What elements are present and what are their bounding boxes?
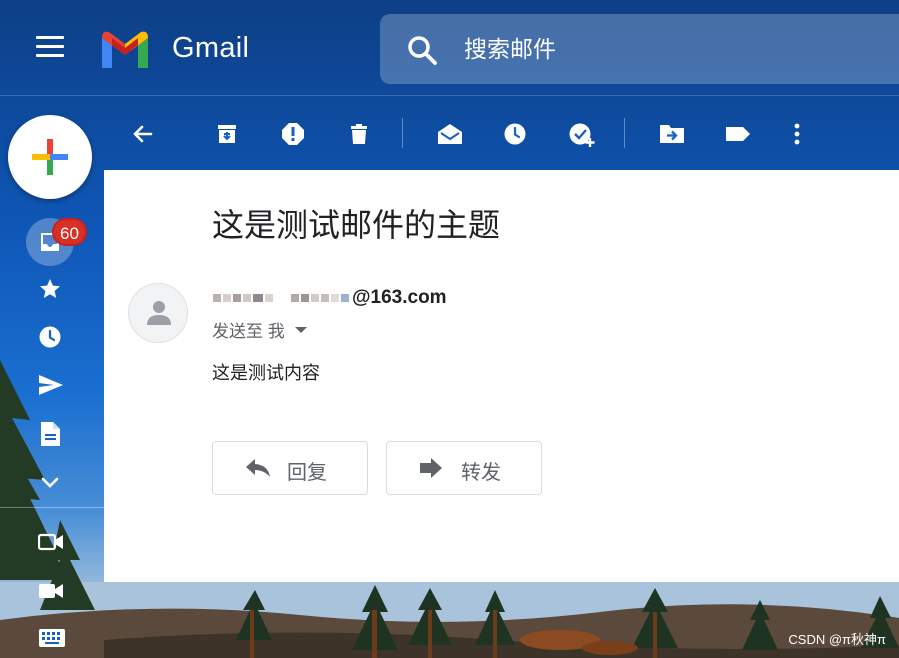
send-icon <box>39 375 63 395</box>
draft-document-icon <box>41 422 60 446</box>
message-body: 这是测试内容 <box>212 363 320 383</box>
gmail-logo <box>102 31 148 68</box>
forward-label: 转发 <box>461 462 501 484</box>
move-to-button[interactable] <box>653 116 689 152</box>
sidebar-item-keyboard[interactable] <box>26 615 74 658</box>
caret-down-icon <box>294 326 307 333</box>
message-subject: 这是测试邮件的主题 <box>212 206 501 244</box>
compose-button[interactable] <box>8 115 92 199</box>
sidebar-item-drafts[interactable] <box>26 409 74 457</box>
arrow-left-icon <box>133 125 153 143</box>
redacted-sender-name <box>212 294 350 302</box>
forward-arrow-icon <box>420 458 442 478</box>
sender-avatar[interactable] <box>128 283 188 343</box>
add-to-tasks-button[interactable] <box>563 116 599 152</box>
report-spam-button[interactable] <box>275 116 311 152</box>
mark-unread-button[interactable] <box>431 116 467 152</box>
forward-button[interactable]: 转发 <box>386 441 542 495</box>
clock-icon <box>504 123 526 145</box>
more-vertical-icon <box>794 123 800 145</box>
labels-button[interactable] <box>719 116 755 152</box>
more-options-button[interactable] <box>779 116 815 152</box>
video-camera-icon <box>39 584 63 598</box>
back-button[interactable] <box>125 116 161 152</box>
search-icon[interactable] <box>406 34 438 66</box>
archive-icon <box>218 125 236 143</box>
reply-arrow-icon <box>246 459 270 477</box>
sender-email-domain[interactable]: @163.com <box>352 287 447 309</box>
sidebar-item-snoozed[interactable] <box>26 313 74 361</box>
message-panel: 这是测试邮件的主题 @163.com 发送至 我 这是测试内容 回复 转发 <box>104 170 899 582</box>
trash-icon <box>351 124 367 144</box>
recipient-details-toggle[interactable]: 发送至 我 <box>212 317 307 342</box>
sidebar-item-starred[interactable] <box>26 265 74 313</box>
search-input[interactable] <box>464 32 884 66</box>
delete-button[interactable] <box>341 116 377 152</box>
reply-label: 回复 <box>287 462 327 484</box>
task-add-icon <box>569 123 595 147</box>
sender-line: @163.com <box>212 286 447 310</box>
sidebar-item-more[interactable] <box>26 458 74 506</box>
sidebar-item-video[interactable] <box>26 567 74 615</box>
spam-warning-icon <box>282 123 304 145</box>
toolbar-separator <box>402 118 403 148</box>
reply-button[interactable]: 回复 <box>212 441 368 495</box>
video-call-icon <box>38 533 63 551</box>
sidebar-item-sent[interactable] <box>26 361 74 409</box>
keyboard-icon <box>39 629 65 647</box>
archive-button[interactable] <box>209 116 245 152</box>
inbox-unread-badge: 60 <box>52 218 87 246</box>
label-tag-icon <box>726 127 750 141</box>
chevron-down-icon <box>41 477 59 488</box>
top-header: Gmail <box>0 0 899 96</box>
plus-icon <box>32 139 68 175</box>
csdn-watermark: CSDN @π秋神π <box>788 632 886 647</box>
sidebar-divider <box>0 507 104 508</box>
toolbar-separator <box>624 118 625 148</box>
search-bar <box>380 14 899 84</box>
clock-icon <box>39 326 61 348</box>
open-envelope-icon <box>438 124 462 144</box>
sidebar-item-meet[interactable] <box>26 518 74 566</box>
message-toolbar <box>104 108 899 160</box>
folder-move-icon <box>660 125 684 143</box>
main-menu-button[interactable] <box>34 36 66 62</box>
recipient-label: 发送至 我 <box>212 322 285 341</box>
person-icon <box>147 301 171 325</box>
star-icon <box>40 279 60 298</box>
app-brand-name: Gmail <box>172 32 250 64</box>
snooze-button[interactable] <box>497 116 533 152</box>
